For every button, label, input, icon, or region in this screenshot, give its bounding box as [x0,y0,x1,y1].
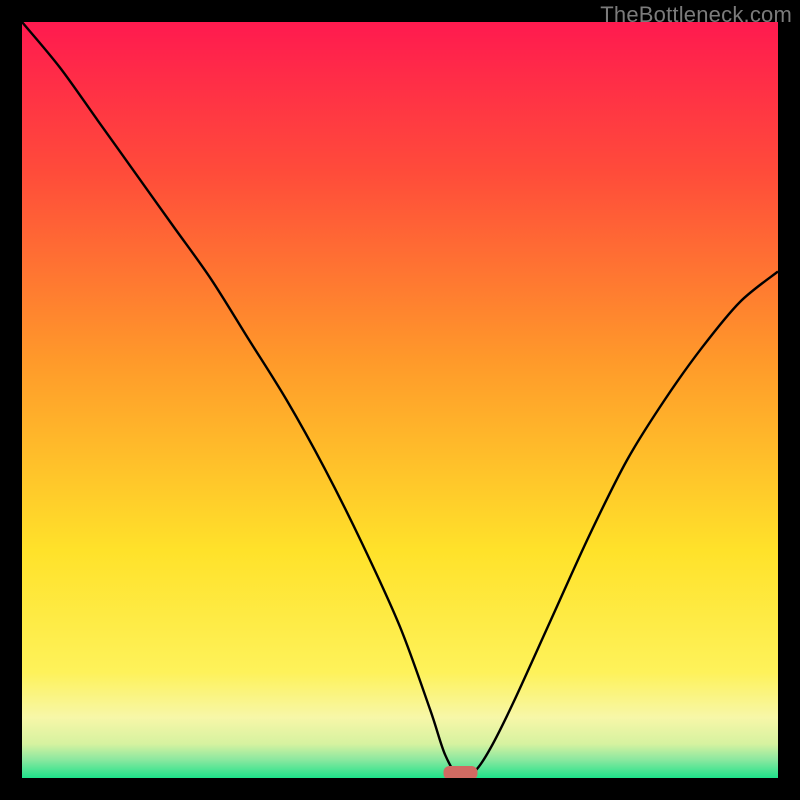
chart-frame: TheBottleneck.com [0,0,800,800]
plot-area [22,22,778,778]
bottleneck-chart [22,22,778,778]
optimal-marker [444,766,478,778]
watermark-label: TheBottleneck.com [600,2,792,28]
